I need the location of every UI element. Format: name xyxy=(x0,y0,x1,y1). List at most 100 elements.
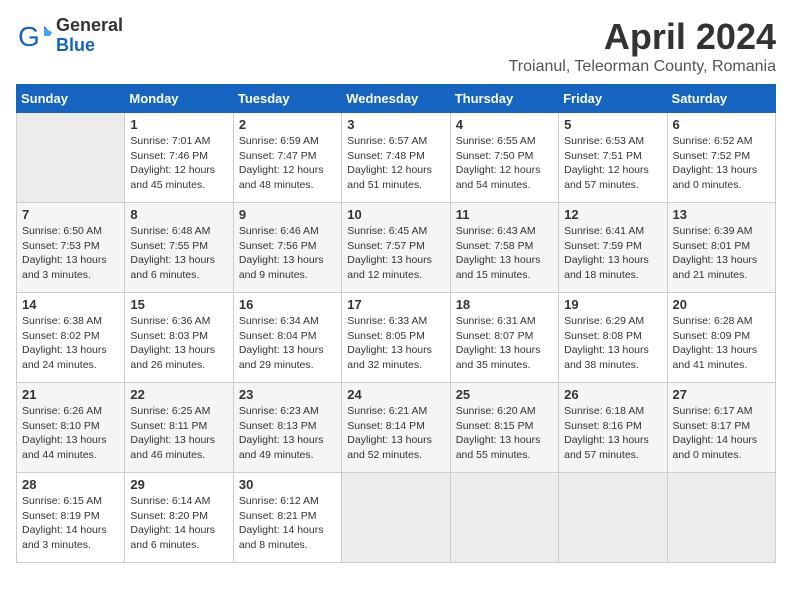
day-info: Sunrise: 6:20 AM Sunset: 8:15 PM Dayligh… xyxy=(456,404,553,463)
day-number: 19 xyxy=(564,297,661,312)
day-info: Sunrise: 6:52 AM Sunset: 7:52 PM Dayligh… xyxy=(673,134,770,193)
calendar-week-row: 28 Sunrise: 6:15 AM Sunset: 8:19 PM Dayli… xyxy=(17,473,776,563)
calendar-cell: 3 Sunrise: 6:57 AM Sunset: 7:48 PM Daylig… xyxy=(342,113,450,203)
day-info: Sunrise: 6:28 AM Sunset: 8:09 PM Dayligh… xyxy=(673,314,770,373)
logo-icon: G xyxy=(16,18,52,54)
calendar-week-row: 1 Sunrise: 7:01 AM Sunset: 7:46 PM Daylig… xyxy=(17,113,776,203)
day-info: Sunrise: 6:15 AM Sunset: 8:19 PM Dayligh… xyxy=(22,494,119,553)
day-info: Sunrise: 6:38 AM Sunset: 8:02 PM Dayligh… xyxy=(22,314,119,373)
day-info: Sunrise: 6:14 AM Sunset: 8:20 PM Dayligh… xyxy=(130,494,227,553)
day-number: 6 xyxy=(673,117,770,132)
svg-text:G: G xyxy=(18,21,40,52)
weekday-header: Thursday xyxy=(450,85,558,113)
day-number: 17 xyxy=(347,297,444,312)
day-number: 28 xyxy=(22,477,119,492)
calendar-cell: 6 Sunrise: 6:52 AM Sunset: 7:52 PM Daylig… xyxy=(667,113,775,203)
calendar-cell: 28 Sunrise: 6:15 AM Sunset: 8:19 PM Dayli… xyxy=(17,473,125,563)
calendar-cell: 20 Sunrise: 6:28 AM Sunset: 8:09 PM Dayli… xyxy=(667,293,775,383)
weekday-header: Tuesday xyxy=(233,85,341,113)
day-number: 15 xyxy=(130,297,227,312)
day-info: Sunrise: 6:55 AM Sunset: 7:50 PM Dayligh… xyxy=(456,134,553,193)
day-number: 29 xyxy=(130,477,227,492)
day-number: 3 xyxy=(347,117,444,132)
calendar-cell: 8 Sunrise: 6:48 AM Sunset: 7:55 PM Daylig… xyxy=(125,203,233,293)
day-number: 25 xyxy=(456,387,553,402)
day-info: Sunrise: 6:57 AM Sunset: 7:48 PM Dayligh… xyxy=(347,134,444,193)
day-info: Sunrise: 6:46 AM Sunset: 7:56 PM Dayligh… xyxy=(239,224,336,283)
logo-general: General xyxy=(56,16,123,36)
calendar-week-row: 21 Sunrise: 6:26 AM Sunset: 8:10 PM Dayli… xyxy=(17,383,776,473)
calendar-cell xyxy=(342,473,450,563)
day-info: Sunrise: 6:43 AM Sunset: 7:58 PM Dayligh… xyxy=(456,224,553,283)
calendar-cell: 18 Sunrise: 6:31 AM Sunset: 8:07 PM Dayli… xyxy=(450,293,558,383)
calendar-cell: 23 Sunrise: 6:23 AM Sunset: 8:13 PM Dayli… xyxy=(233,383,341,473)
title-area: April 2024 Troianul, Teleorman County, R… xyxy=(509,16,776,76)
day-info: Sunrise: 6:21 AM Sunset: 8:14 PM Dayligh… xyxy=(347,404,444,463)
day-number: 9 xyxy=(239,207,336,222)
calendar-cell: 10 Sunrise: 6:45 AM Sunset: 7:57 PM Dayli… xyxy=(342,203,450,293)
calendar-cell: 22Sunrise: 6:25 AM Sunset: 8:11 PM Dayli… xyxy=(125,383,233,473)
calendar-week-row: 14 Sunrise: 6:38 AM Sunset: 8:02 PM Dayli… xyxy=(17,293,776,383)
calendar-cell: 4 Sunrise: 6:55 AM Sunset: 7:50 PM Daylig… xyxy=(450,113,558,203)
calendar-cell: 29 Sunrise: 6:14 AM Sunset: 8:20 PM Dayli… xyxy=(125,473,233,563)
calendar-cell: 2 Sunrise: 6:59 AM Sunset: 7:47 PM Daylig… xyxy=(233,113,341,203)
day-info: Sunrise: 7:01 AM Sunset: 7:46 PM Dayligh… xyxy=(130,134,227,193)
calendar-cell: 26Sunrise: 6:18 AM Sunset: 8:16 PM Dayli… xyxy=(559,383,667,473)
day-number: 27 xyxy=(673,387,770,402)
calendar-cell: 9 Sunrise: 6:46 AM Sunset: 7:56 PM Daylig… xyxy=(233,203,341,293)
calendar-table: SundayMondayTuesdayWednesdayThursdayFrid… xyxy=(16,84,776,563)
day-number: 12 xyxy=(564,207,661,222)
calendar-cell: 24 Sunrise: 6:21 AM Sunset: 8:14 PM Dayli… xyxy=(342,383,450,473)
day-number: 21 xyxy=(22,387,119,402)
calendar-cell: 12 Sunrise: 6:41 AM Sunset: 7:59 PM Dayli… xyxy=(559,203,667,293)
day-info: Sunrise: 6:23 AM Sunset: 8:13 PM Dayligh… xyxy=(239,404,336,463)
day-number: 30 xyxy=(239,477,336,492)
day-info: Sunrise: 6:48 AM Sunset: 7:55 PM Dayligh… xyxy=(130,224,227,283)
calendar-cell: 25 Sunrise: 6:20 AM Sunset: 8:15 PM Dayli… xyxy=(450,383,558,473)
calendar-cell: 17Sunrise: 6:33 AM Sunset: 8:05 PM Dayli… xyxy=(342,293,450,383)
day-info: Sunrise: 6:26 AM Sunset: 8:10 PM Dayligh… xyxy=(22,404,119,463)
calendar-cell xyxy=(17,113,125,203)
day-number: 13 xyxy=(673,207,770,222)
day-number: 18 xyxy=(456,297,553,312)
calendar-cell: 14 Sunrise: 6:38 AM Sunset: 8:02 PM Dayli… xyxy=(17,293,125,383)
day-number: 8 xyxy=(130,207,227,222)
day-number: 26 xyxy=(564,387,661,402)
calendar-cell xyxy=(450,473,558,563)
day-number: 2 xyxy=(239,117,336,132)
calendar-cell: 5 Sunrise: 6:53 AM Sunset: 7:51 PM Daylig… xyxy=(559,113,667,203)
weekday-header: Sunday xyxy=(17,85,125,113)
day-number: 20 xyxy=(673,297,770,312)
day-number: 16 xyxy=(239,297,336,312)
calendar-cell: 19Sunrise: 6:29 AM Sunset: 8:08 PM Dayli… xyxy=(559,293,667,383)
day-number: 24 xyxy=(347,387,444,402)
day-number: 10 xyxy=(347,207,444,222)
day-number: 1 xyxy=(130,117,227,132)
day-number: 14 xyxy=(22,297,119,312)
calendar-cell: 21 Sunrise: 6:26 AM Sunset: 8:10 PM Dayli… xyxy=(17,383,125,473)
calendar-cell: 16Sunrise: 6:34 AM Sunset: 8:04 PM Dayli… xyxy=(233,293,341,383)
day-info: Sunrise: 6:53 AM Sunset: 7:51 PM Dayligh… xyxy=(564,134,661,193)
day-info: Sunrise: 6:12 AM Sunset: 8:21 PM Dayligh… xyxy=(239,494,336,553)
day-info: Sunrise: 6:41 AM Sunset: 7:59 PM Dayligh… xyxy=(564,224,661,283)
calendar-week-row: 7Sunrise: 6:50 AM Sunset: 7:53 PM Daylig… xyxy=(17,203,776,293)
calendar-cell: 13Sunrise: 6:39 AM Sunset: 8:01 PM Dayli… xyxy=(667,203,775,293)
day-number: 23 xyxy=(239,387,336,402)
day-number: 5 xyxy=(564,117,661,132)
day-info: Sunrise: 6:31 AM Sunset: 8:07 PM Dayligh… xyxy=(456,314,553,373)
logo-text: General Blue xyxy=(56,16,123,56)
calendar-cell xyxy=(667,473,775,563)
day-info: Sunrise: 6:36 AM Sunset: 8:03 PM Dayligh… xyxy=(130,314,227,373)
calendar-cell: 15 Sunrise: 6:36 AM Sunset: 8:03 PM Dayli… xyxy=(125,293,233,383)
header: G General Blue April 2024 Troianul, Tele… xyxy=(16,16,776,76)
day-info: Sunrise: 6:59 AM Sunset: 7:47 PM Dayligh… xyxy=(239,134,336,193)
calendar-cell: 30 Sunrise: 6:12 AM Sunset: 8:21 PM Dayli… xyxy=(233,473,341,563)
calendar-header-row: SundayMondayTuesdayWednesdayThursdayFrid… xyxy=(17,85,776,113)
calendar-cell: 11Sunrise: 6:43 AM Sunset: 7:58 PM Dayli… xyxy=(450,203,558,293)
day-info: Sunrise: 6:45 AM Sunset: 7:57 PM Dayligh… xyxy=(347,224,444,283)
month-title: April 2024 xyxy=(509,16,776,58)
location-title: Troianul, Teleorman County, Romania xyxy=(509,58,776,76)
day-number: 4 xyxy=(456,117,553,132)
calendar-cell: 7Sunrise: 6:50 AM Sunset: 7:53 PM Daylig… xyxy=(17,203,125,293)
weekday-header: Monday xyxy=(125,85,233,113)
